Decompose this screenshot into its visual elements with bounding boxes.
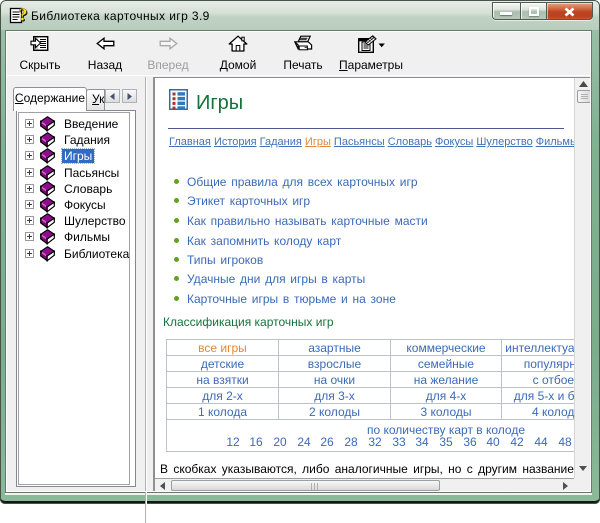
svg-text:?: ? <box>19 5 28 25</box>
